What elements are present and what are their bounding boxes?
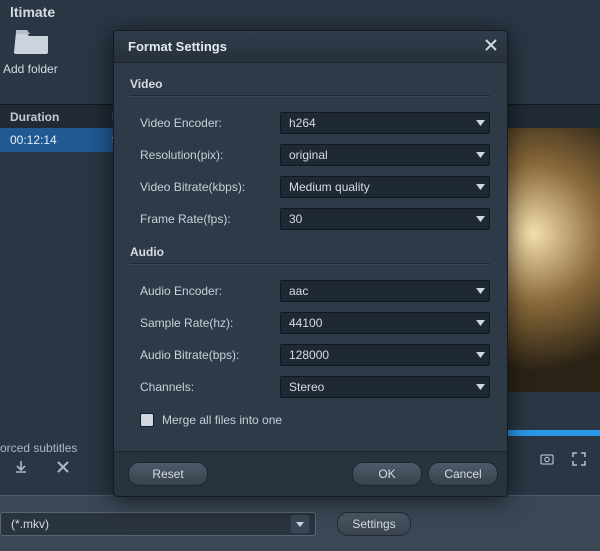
dialog-titlebar: Format Settings [114,31,507,63]
audio-group-label: Audio [130,245,490,259]
video-bitrate-value: Medium quality [289,180,370,194]
chevron-down-icon [476,120,485,126]
resolution-dropdown[interactable]: original [280,144,490,166]
merge-checkbox[interactable] [140,413,154,427]
settings-button[interactable]: Settings [337,512,411,536]
sample-rate-label: Sample Rate(hz): [130,316,280,330]
frame-rate-dropdown[interactable]: 30 [280,208,490,230]
channels-value: Stereo [289,380,324,394]
chevron-down-icon [476,384,485,390]
cell-duration: 00:12:14 [0,133,102,147]
divider [130,95,490,97]
audio-bitrate-value: 128000 [289,348,329,362]
format-dropdown[interactable]: (*.mkv) [0,512,316,536]
audio-encoder-label: Audio Encoder: [130,284,280,298]
ok-button[interactable]: OK [352,462,422,486]
dialog-title: Format Settings [128,39,227,54]
close-icon[interactable] [485,39,497,54]
sample-rate-dropdown[interactable]: 44100 [280,312,490,334]
video-encoder-value: h264 [289,116,316,130]
divider [130,263,490,265]
audio-bitrate-dropdown[interactable]: 128000 [280,344,490,366]
chevron-down-icon [476,216,485,222]
audio-encoder-value: aac [289,284,308,298]
chevron-down-icon [476,352,485,358]
cancel-button[interactable]: Cancel [428,462,498,486]
video-group: Video Video Encoder: h264 Resolution(pix… [130,77,490,235]
chevron-down-icon [476,152,485,158]
resolution-label: Resolution(pix): [130,148,280,162]
format-settings-dialog: Format Settings Video Video Encoder: h26… [113,30,508,497]
add-folder-label: Add folder [3,62,58,76]
audio-encoder-dropdown[interactable]: aac [280,280,490,302]
app-title: ltimate [10,4,55,20]
video-preview[interactable] [504,128,600,392]
playback-progress[interactable] [504,430,600,436]
sample-rate-value: 44100 [289,316,322,330]
audio-group: Audio Audio Encoder: aac Sample Rate(hz)… [130,245,490,403]
video-bitrate-dropdown[interactable]: Medium quality [280,176,490,198]
video-bitrate-label: Video Bitrate(kbps): [130,180,280,194]
channels-dropdown[interactable]: Stereo [280,376,490,398]
video-still [504,128,600,392]
chevron-down-icon [291,515,309,533]
download-icon[interactable] [14,460,28,477]
fullscreen-icon[interactable] [572,452,586,466]
channels-label: Channels: [130,380,280,394]
video-group-label: Video [130,77,490,91]
reset-button[interactable]: Reset [128,462,208,486]
col-duration: Duration [0,110,102,124]
merge-label: Merge all files into one [162,413,282,427]
audio-bitrate-label: Audio Bitrate(bps): [130,348,280,362]
chevron-down-icon [476,288,485,294]
remove-icon[interactable] [56,460,70,477]
format-dropdown-value: (*.mkv) [11,517,49,531]
frame-rate-label: Frame Rate(fps): [130,212,280,226]
video-encoder-label: Video Encoder: [130,116,280,130]
chevron-down-icon [476,184,485,190]
add-folder-icon[interactable] [14,28,50,54]
dialog-button-bar: Reset OK Cancel [114,451,507,496]
resolution-value: original [289,148,328,162]
subtitles-label: orced subtitles [0,441,77,455]
video-encoder-dropdown[interactable]: h264 [280,112,490,134]
chevron-down-icon [476,320,485,326]
frame-rate-value: 30 [289,212,302,226]
snapshot-icon[interactable] [540,452,554,466]
